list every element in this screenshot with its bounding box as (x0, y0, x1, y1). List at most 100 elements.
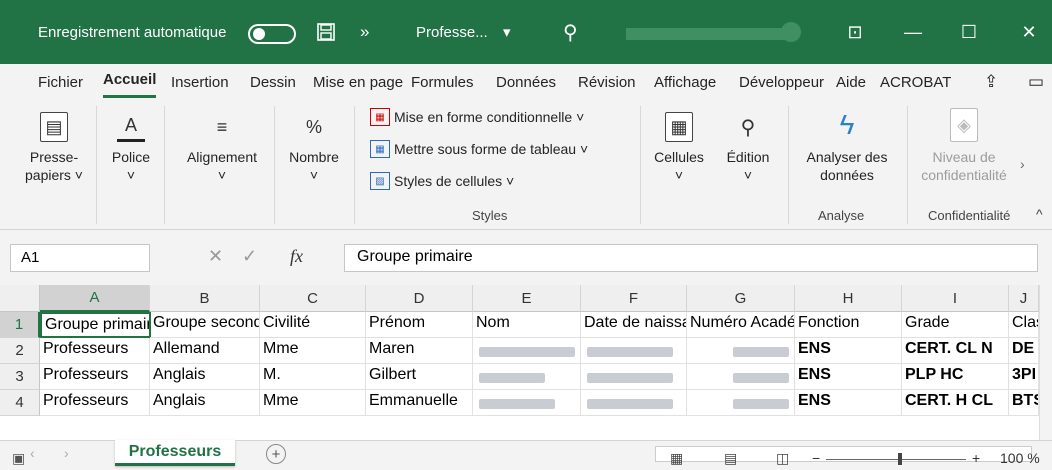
vertical-scrollbar[interactable] (1039, 285, 1052, 440)
column-header-g[interactable]: G (687, 285, 795, 312)
close-button[interactable]: ✕ (1006, 0, 1052, 64)
analyze-data-button[interactable]: ϟ Analyser des données (792, 108, 902, 184)
column-header-j[interactable]: J (1009, 285, 1039, 312)
cell-b4[interactable]: Anglais (150, 390, 260, 416)
cell-b1[interactable]: Groupe secondaire (150, 312, 260, 338)
cells-button[interactable]: ▦ Cellules ˅ (650, 112, 708, 184)
autosave-toggle[interactable] (248, 24, 296, 44)
zoom-out-button[interactable]: − (812, 450, 820, 466)
column-header-b[interactable]: B (150, 285, 260, 312)
more-commands-icon[interactable]: » (360, 0, 369, 64)
row-header-3[interactable]: 3 (0, 364, 40, 390)
clipboard-button[interactable]: ▤ Presse-papiers ˅ (22, 112, 86, 184)
cell-h1[interactable]: Fonction (795, 312, 902, 338)
column-header-i[interactable]: I (902, 285, 1009, 312)
cell-d2[interactable]: Maren (366, 338, 473, 364)
ribbon-scroll-right-icon[interactable]: › (1020, 156, 1025, 172)
minimize-button[interactable]: — (890, 0, 936, 64)
zoom-slider-thumb[interactable] (898, 453, 902, 465)
cell-a4[interactable]: Professeurs (40, 390, 150, 416)
cell-i3[interactable]: PLP HC (902, 364, 1009, 390)
cell-styles-button[interactable]: ▨ Styles de cellules ˅ (370, 172, 514, 190)
tab-fichier[interactable]: Fichier (38, 64, 83, 100)
cell-a3[interactable]: Professeurs (40, 364, 150, 390)
ribbon-display-options-icon[interactable]: ⊡ (832, 0, 878, 64)
cell-j4[interactable]: BTS (1009, 390, 1039, 416)
enter-icon[interactable]: ✓ (242, 246, 257, 267)
tab-affichage[interactable]: Affichage (654, 64, 716, 100)
cell-j3[interactable]: 3PI (1009, 364, 1039, 390)
collapse-ribbon-icon[interactable]: ^ (1036, 206, 1043, 222)
macro-recorder-icon[interactable]: ▣ (12, 450, 25, 467)
cell-i4[interactable]: CERT. H CL (902, 390, 1009, 416)
cell-e2[interactable] (473, 338, 581, 364)
page-break-view-icon[interactable]: ◫ (776, 450, 789, 467)
cell-c3[interactable]: M. (260, 364, 366, 390)
alignment-button[interactable]: ≡ Alignement ˅ (176, 112, 268, 184)
cell-h3[interactable]: ENS (795, 364, 902, 390)
normal-view-icon[interactable]: ▦ (670, 450, 683, 467)
cell-f3[interactable] (581, 364, 687, 390)
cell-f2[interactable] (581, 338, 687, 364)
cell-i2[interactable]: CERT. CL N (902, 338, 1009, 364)
tab-mise-en-page[interactable]: Mise en page (313, 64, 405, 100)
search-icon[interactable]: ⚲ (563, 0, 578, 64)
save-icon[interactable] (316, 0, 336, 64)
row-header-2[interactable]: 2 (0, 338, 40, 364)
tab-insertion[interactable]: Insertion (171, 64, 229, 100)
tab-dessin[interactable]: Dessin (250, 64, 296, 100)
cell-d1[interactable]: Prénom (366, 312, 473, 338)
cell-d4[interactable]: Emmanuelle (366, 390, 473, 416)
cell-g3[interactable] (687, 364, 795, 390)
cell-g4[interactable] (687, 390, 795, 416)
number-button[interactable]: % Nombre ˅ (282, 112, 346, 184)
document-name[interactable]: Professe... (416, 0, 488, 64)
cancel-icon[interactable]: ✕ (208, 246, 223, 267)
insert-function-icon[interactable]: fx (290, 246, 303, 267)
cell-b3[interactable]: Anglais (150, 364, 260, 390)
document-dropdown-icon[interactable]: ▾ (503, 0, 511, 64)
column-header-h[interactable]: H (795, 285, 902, 312)
column-header-f[interactable]: F (581, 285, 687, 312)
cell-g2[interactable] (687, 338, 795, 364)
cell-d3[interactable]: Gilbert (366, 364, 473, 390)
cell-f1[interactable]: Date de naissance (581, 312, 687, 338)
maximize-button[interactable]: ☐ (946, 0, 992, 64)
cell-h4[interactable]: ENS (795, 390, 902, 416)
cell-e1[interactable]: Nom (473, 312, 581, 338)
avatar[interactable] (781, 22, 801, 42)
row-header-4[interactable]: 4 (0, 390, 40, 416)
tab-donnees[interactable]: Données (496, 64, 556, 100)
tab-developpeur[interactable]: Développeur (739, 64, 831, 100)
cell-h2[interactable]: ENS (795, 338, 902, 364)
cell-f4[interactable] (581, 390, 687, 416)
cell-j2[interactable]: DE (1009, 338, 1039, 364)
column-header-d[interactable]: D (366, 285, 473, 312)
cell-c1[interactable]: Civilité (260, 312, 366, 338)
comment-icon[interactable]: ▭ (1028, 64, 1044, 100)
select-all-corner[interactable] (0, 285, 40, 312)
tab-revision[interactable]: Révision (578, 64, 636, 100)
zoom-in-button[interactable]: + (972, 450, 980, 466)
column-header-c[interactable]: C (260, 285, 366, 312)
zoom-slider[interactable] (826, 459, 966, 460)
cell-a2[interactable]: Professeurs (40, 338, 150, 364)
editing-button[interactable]: ⚲ Édition ˅ (718, 112, 778, 184)
cell-c4[interactable]: Mme (260, 390, 366, 416)
cell-i1[interactable]: Grade (902, 312, 1009, 338)
name-box[interactable]: A1 (10, 244, 150, 272)
column-header-e[interactable]: E (473, 285, 581, 312)
format-as-table-button[interactable]: ▦ Mettre sous forme de tableau ˅ (370, 140, 588, 158)
row-header-1[interactable]: 1 (0, 312, 40, 338)
column-header-a[interactable]: A (40, 285, 150, 312)
cell-c2[interactable]: Mme (260, 338, 366, 364)
conditional-format-button[interactable]: ▦ Mise en forme conditionnelle ˅ (370, 108, 584, 126)
cell-b2[interactable]: Allemand (150, 338, 260, 364)
tab-accueil[interactable]: Accueil (103, 64, 157, 98)
cell-g1[interactable]: Numéro Académique (687, 312, 795, 338)
tab-formules[interactable]: Formules (411, 64, 474, 100)
cell-a1[interactable]: Groupe primaire (40, 312, 151, 338)
tab-acrobat[interactable]: ACROBAT (880, 64, 951, 100)
tab-aide[interactable]: Aide (836, 64, 866, 100)
zoom-level[interactable]: 100 % (1000, 450, 1040, 466)
